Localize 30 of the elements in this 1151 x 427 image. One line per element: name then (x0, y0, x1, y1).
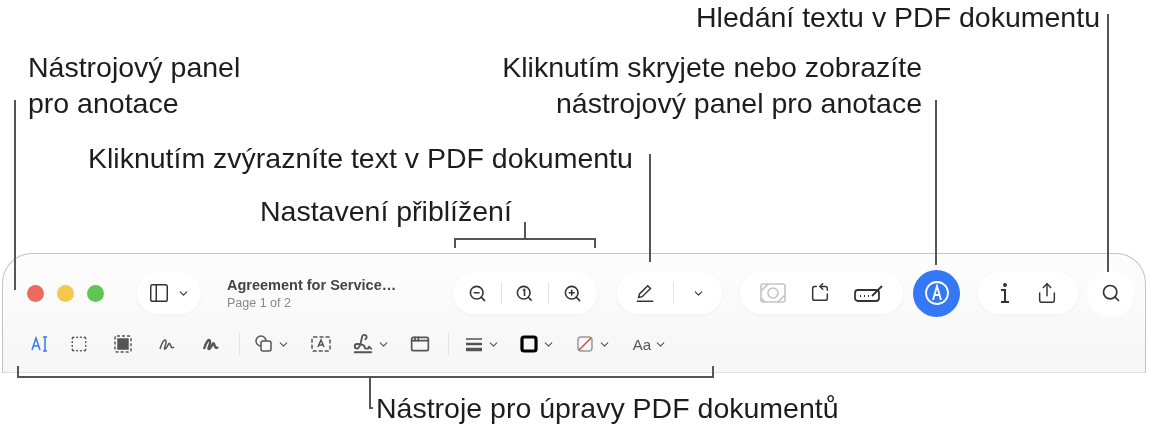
dashed-square-icon (70, 335, 88, 353)
callout-label: Hledání textu v PDF dokumentu (696, 0, 1100, 35)
border-color-icon (519, 334, 539, 354)
form-button[interactable] (853, 283, 884, 303)
share-button[interactable] (1036, 282, 1058, 304)
no-fill-icon (575, 334, 595, 354)
markup-button[interactable] (913, 269, 960, 317)
callout-label: Nastavení přiblížení (260, 194, 512, 229)
info-button[interactable] (998, 282, 1012, 304)
shapes-icon (254, 334, 274, 354)
page-count: Page 1 of 2 (227, 295, 292, 310)
sidebar-button[interactable] (137, 272, 201, 314)
callout-label: Nástrojový panel pro anotace (28, 50, 241, 121)
text-box-icon (310, 334, 332, 354)
close-button[interactable] (27, 284, 44, 302)
document-title: Agreement for Service… (227, 276, 398, 293)
sidebar-icon (148, 282, 171, 304)
smart-select-icon (113, 334, 133, 354)
text-select-icon (30, 334, 50, 354)
zoom-out-button[interactable] (467, 283, 487, 303)
callout-label: Kliknutím zvýrazníte text v PDF dokumentu (88, 141, 633, 176)
signature-icon (352, 333, 374, 355)
markup-icon (923, 280, 950, 306)
window-icon (410, 334, 430, 354)
font-tool[interactable]: Aa (621, 330, 679, 358)
search-icon (1100, 283, 1121, 303)
callout-label: Nástroje pro úpravy PDF dokumentů (376, 391, 839, 426)
actual-size-button[interactable] (515, 283, 535, 303)
callout-label: Kliknutím skryjete nebo zobrazíte nástrojový panel pro anotace (502, 50, 922, 121)
zoom-in-button[interactable] (563, 283, 583, 303)
